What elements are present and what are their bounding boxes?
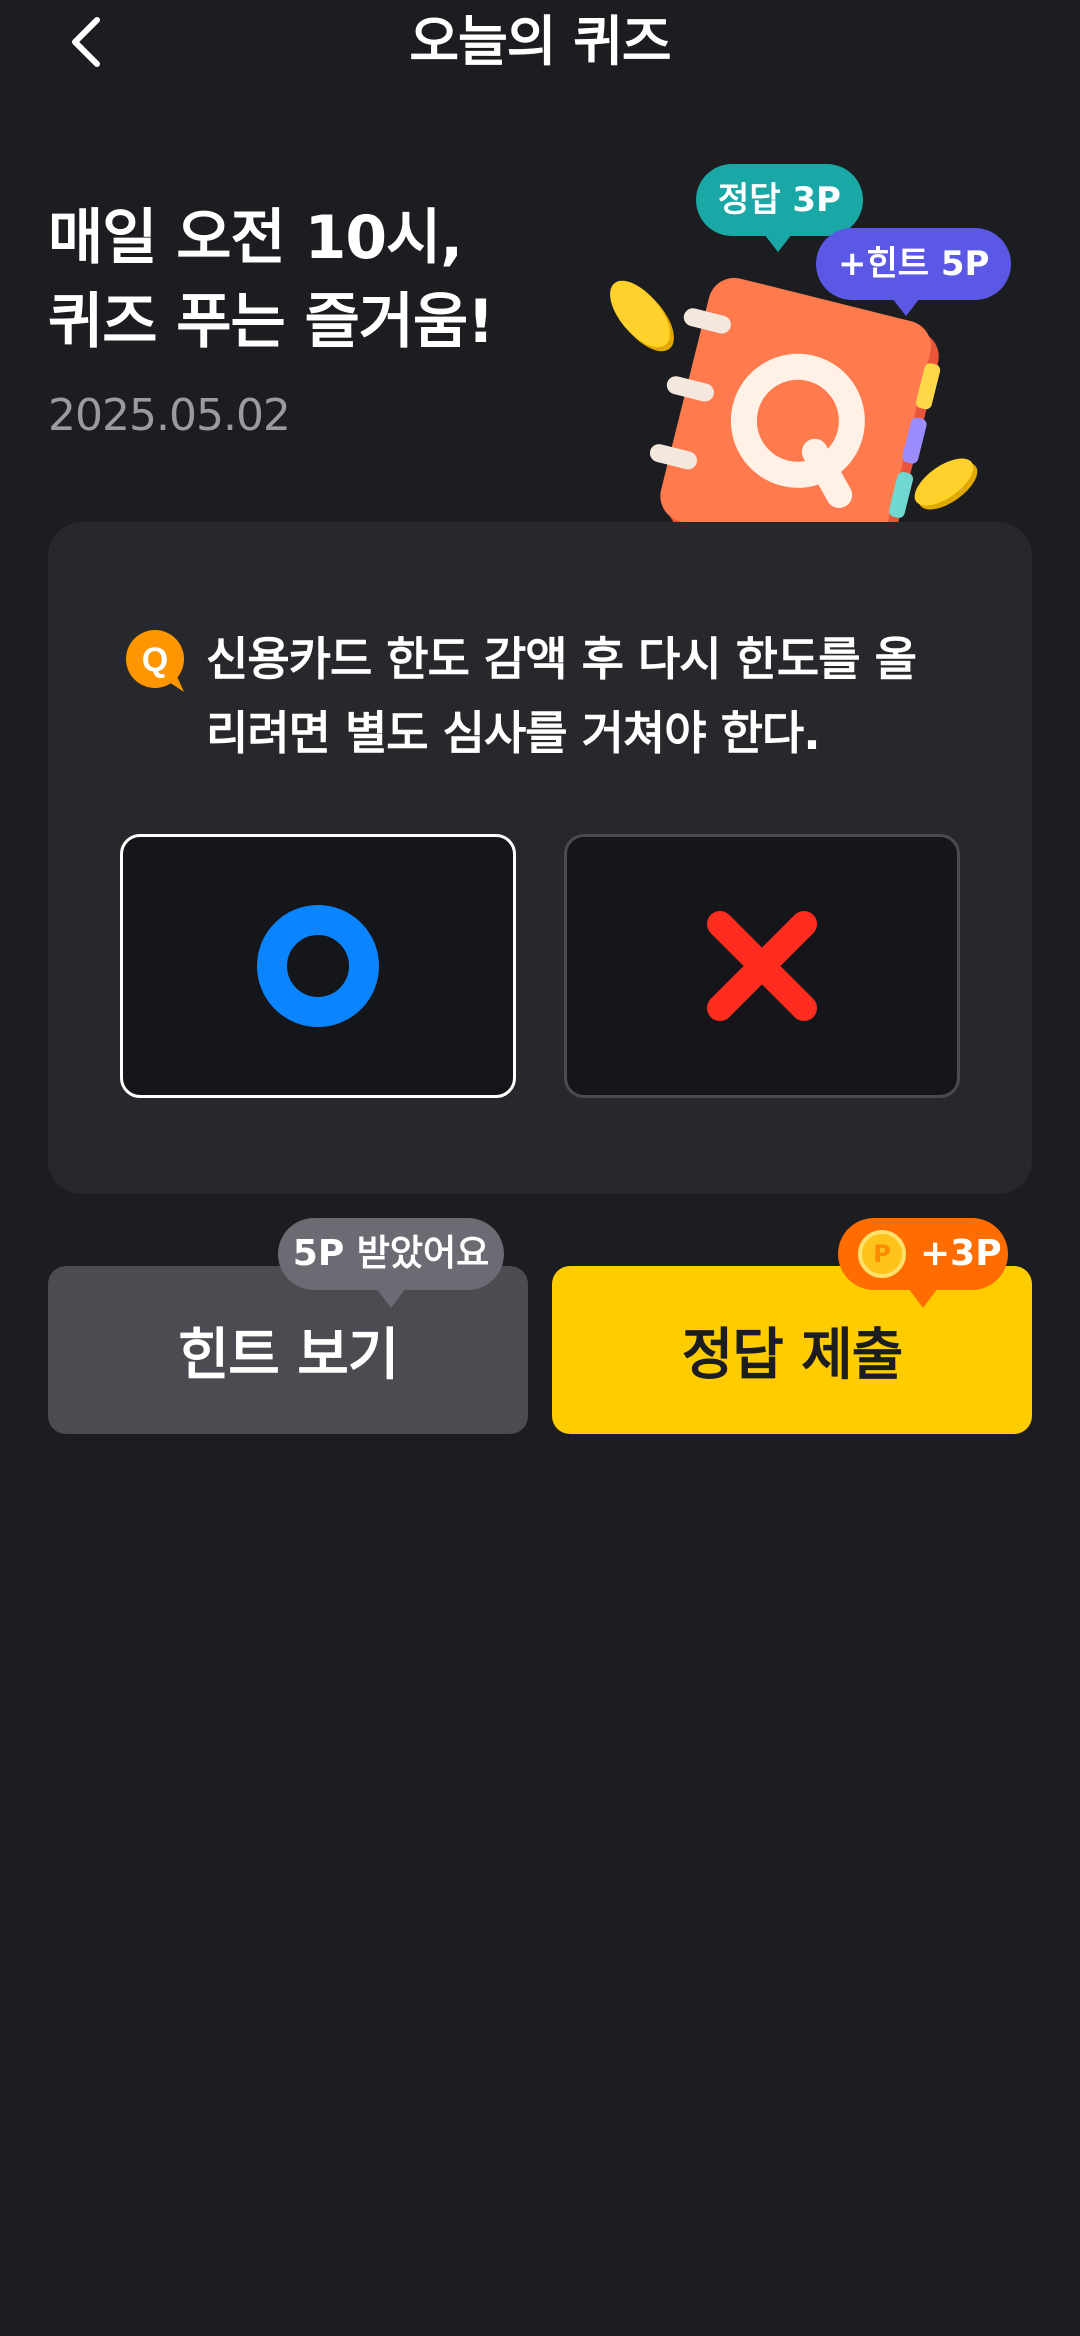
hero-title-line-2: 퀴즈 푸는 즐거움!: [48, 287, 495, 357]
svg-text:Q: Q: [142, 641, 168, 679]
header: 오늘의 퀴즈: [0, 0, 1080, 90]
hint-button[interactable]: 힌트 보기: [48, 1266, 528, 1434]
page-title: 오늘의 퀴즈: [409, 10, 671, 73]
hero-title-line-1: 매일 오전 10시,: [48, 203, 463, 273]
hint-points-bubble: +힌트 5P: [816, 228, 1012, 316]
hero-title: 매일 오전 10시, 퀴즈 푸는 즐거움!: [48, 196, 495, 364]
hint-received-tooltip: 5P 받았어요: [278, 1218, 504, 1308]
choice-x-button[interactable]: [564, 834, 960, 1098]
points-reward-tooltip: P +3P: [838, 1218, 1008, 1308]
circle-o-icon: [257, 905, 379, 1027]
point-coin-icon: P: [858, 1230, 906, 1278]
quiz-illustration: 정답 3P +힌트 5P: [600, 160, 1020, 580]
coin-left-icon: [610, 280, 674, 352]
question-text: 신용카드 한도 감액 후 다시 한도를 올리려면 별도 심사를 거쳐야 한다.: [206, 632, 917, 760]
quiz-date: 2025.05.02: [48, 390, 291, 441]
coin-right-icon: [914, 458, 978, 510]
cross-x-icon: [707, 911, 817, 1021]
answer-points-bubble: 정답 3P: [696, 164, 863, 252]
points-reward-label: +3P: [920, 1233, 1002, 1274]
choice-o-button[interactable]: [120, 834, 516, 1098]
quiz-card: Q 신용카드 한도 감액 후 다시 한도를 올리려면 별도 심사를 거쳐야 한다…: [48, 522, 1032, 1194]
submit-answer-button[interactable]: 정답 제출: [552, 1266, 1032, 1434]
q-badge-icon: Q: [126, 630, 184, 692]
question-badge: Q: [126, 630, 184, 692]
question: Q 신용카드 한도 감액 후 다시 한도를 올리려면 별도 심사를 거쳐야 한다…: [126, 622, 946, 770]
